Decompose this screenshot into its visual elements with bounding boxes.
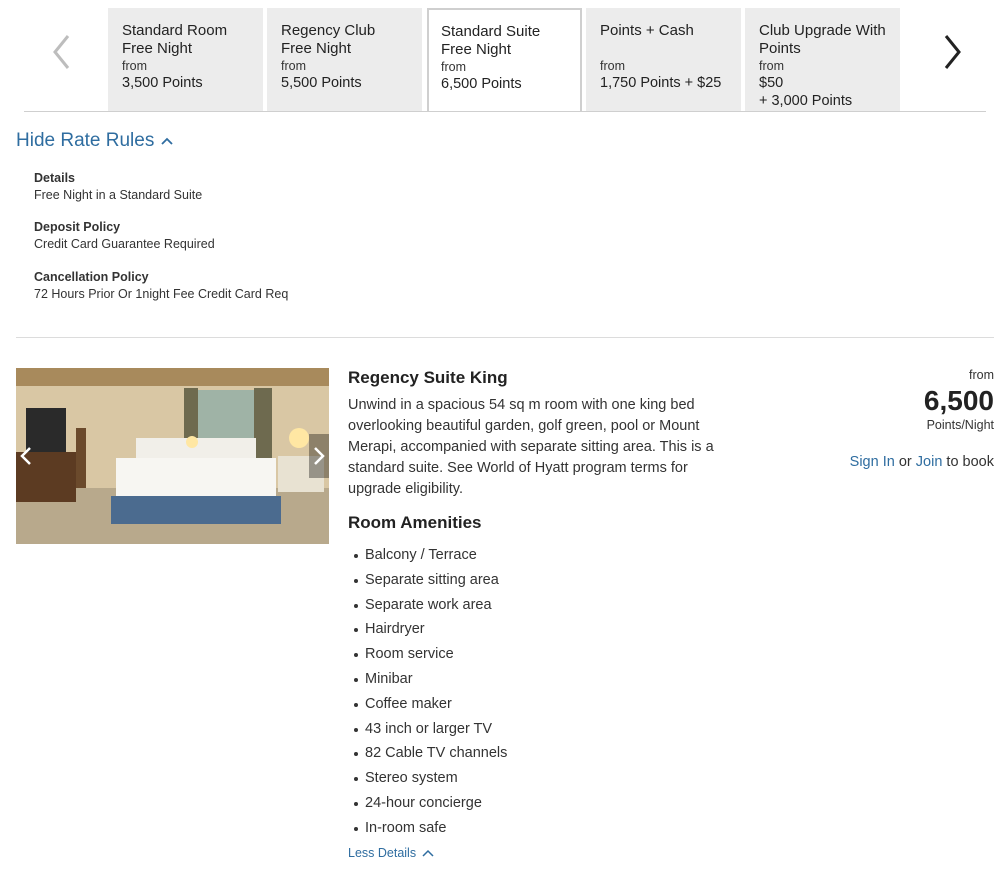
amenities-list: Balcony / Terrace Separate sitting area … bbox=[348, 543, 507, 841]
price-value: 6,500 bbox=[923, 385, 994, 416]
tab-title: Standard Suite Free Night bbox=[441, 23, 541, 58]
rules-toggle-label: Hide Rate Rules bbox=[16, 130, 155, 151]
amenity-item: 24-hour concierge bbox=[348, 791, 507, 816]
previous-rates-button[interactable] bbox=[42, 30, 82, 74]
tab-club-upgrade-with-points[interactable]: Club Upgrade With Points from $50 + 3,00… bbox=[745, 8, 900, 111]
tab-price: 1,750 Points + $25 bbox=[600, 75, 722, 91]
tab-price: 3,500 Points bbox=[122, 75, 203, 91]
tab-from-label: from bbox=[122, 59, 147, 73]
tab-points-plus-cash[interactable]: Points + Cash from 1,750 Points + $25 bbox=[586, 8, 741, 111]
tab-price: 5,500 Points bbox=[281, 75, 362, 91]
next-rates-button[interactable] bbox=[932, 30, 972, 74]
rule-details-value: Free Night in a Standard Suite bbox=[34, 188, 203, 202]
chevron-up-icon bbox=[161, 137, 173, 145]
room-description: Unwind in a spacious 54 sq m room with o… bbox=[348, 397, 714, 497]
rule-deposit-label: Deposit Policy bbox=[34, 220, 121, 234]
tab-from-label: from bbox=[759, 59, 784, 73]
amenity-item: Room service bbox=[348, 642, 507, 667]
chevron-right-icon bbox=[314, 447, 325, 465]
amenity-item: Coffee maker bbox=[348, 692, 507, 717]
price-box: from 6,500 Points/Night bbox=[924, 368, 994, 432]
tab-from-label: from bbox=[441, 60, 466, 74]
tab-regency-club-free-night[interactable]: Regency Club Free Night from 5,500 Point… bbox=[267, 8, 422, 111]
tab-title: Standard Room Free Night bbox=[122, 22, 228, 57]
tab-price: 6,500 Points bbox=[441, 76, 522, 92]
or-text: or bbox=[898, 454, 912, 470]
rule-deposit-value: Credit Card Guarantee Required bbox=[34, 237, 215, 251]
amenity-item: Separate work area bbox=[348, 593, 507, 618]
section-divider bbox=[16, 337, 994, 338]
chevron-up-icon bbox=[422, 849, 434, 857]
less-details-label: Less Details bbox=[348, 846, 417, 860]
sign-in-link[interactable]: Sign In bbox=[850, 454, 895, 470]
tab-baseline bbox=[24, 111, 986, 112]
rule-details-label: Details bbox=[34, 171, 75, 185]
tab-price: $50 bbox=[759, 75, 784, 91]
less-details-link[interactable]: Less Details bbox=[348, 846, 434, 860]
photo-previous-button[interactable] bbox=[16, 434, 36, 478]
chevron-left-icon bbox=[20, 447, 31, 465]
room-title: Regency Suite King bbox=[348, 368, 508, 387]
room-photo-carousel[interactable] bbox=[16, 368, 329, 544]
rule-deposit: Deposit Policy Credit Card Guarantee Req… bbox=[34, 219, 215, 253]
tab-standard-suite-free-night[interactable]: Standard Suite Free Night from 6,500 Poi… bbox=[427, 8, 582, 112]
tab-title: Regency Club Free Night bbox=[281, 22, 376, 57]
photo-next-button[interactable] bbox=[309, 434, 329, 478]
tab-price-extra: + 3,000 Points bbox=[759, 93, 853, 109]
amenities-heading: Room Amenities bbox=[348, 513, 482, 532]
amenity-item: Balcony / Terrace bbox=[348, 543, 507, 568]
tab-title: Points + Cash bbox=[600, 22, 694, 39]
rule-cancellation: Cancellation Policy 72 Hours Prior Or 1n… bbox=[34, 269, 288, 303]
amenity-item: Minibar bbox=[348, 667, 507, 692]
hide-rate-rules-toggle[interactable]: Hide Rate Rules bbox=[16, 130, 174, 152]
chevron-left-icon bbox=[53, 35, 70, 69]
tab-from-label: from bbox=[600, 59, 625, 73]
booking-prompt: Sign In or Join to book bbox=[850, 454, 994, 470]
amenity-item: Separate sitting area bbox=[348, 568, 507, 593]
rule-cancellation-value: 72 Hours Prior Or 1night Fee Credit Card… bbox=[34, 287, 289, 301]
amenity-item: Hairdryer bbox=[348, 617, 507, 642]
room-photo bbox=[16, 368, 329, 544]
price-unit: Points/Night bbox=[926, 418, 994, 432]
tab-from-label: from bbox=[281, 59, 306, 73]
chevron-right-icon bbox=[944, 35, 961, 69]
amenity-item: In-room safe bbox=[348, 816, 507, 841]
amenity-item: 82 Cable TV channels bbox=[348, 741, 507, 766]
tab-standard-room-free-night[interactable]: Standard Room Free Night from 3,500 Poin… bbox=[108, 8, 263, 111]
amenity-item: 43 inch or larger TV bbox=[348, 717, 507, 742]
amenity-item: Stereo system bbox=[348, 766, 507, 791]
join-link[interactable]: Join bbox=[916, 454, 943, 470]
rate-tab-bar: Standard Room Free Night from 3,500 Poin… bbox=[24, 0, 986, 112]
rule-details: Details Free Night in a Standard Suite bbox=[34, 170, 202, 204]
to-book-text: to book bbox=[946, 454, 994, 470]
rule-cancellation-label: Cancellation Policy bbox=[34, 270, 149, 284]
tab-title: Club Upgrade With Points bbox=[759, 22, 886, 57]
price-from-label: from bbox=[969, 368, 994, 382]
